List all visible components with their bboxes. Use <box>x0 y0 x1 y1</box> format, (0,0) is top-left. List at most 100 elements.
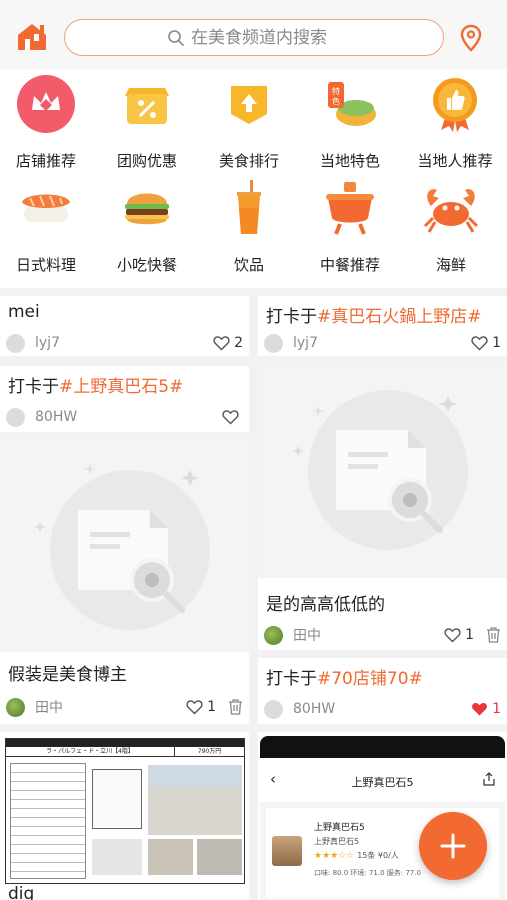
post-title: dig <box>8 884 35 900</box>
category-label: 美食排行 <box>218 152 279 170</box>
listing-name: ラ・パルフェ・ド・立川【4階】 <box>46 748 134 755</box>
post-card[interactable]: 打卡于#真巴石火鍋上野店# lyj7 1 <box>258 296 507 356</box>
category-grid: 店铺推荐 团购优惠 美食排行 特 色 当地特色 当地人推荐 日式料理 小吃快餐 … <box>0 70 507 288</box>
heart-outline-icon <box>222 410 239 425</box>
like-count: 2 <box>234 335 243 351</box>
category-group-deals[interactable]: 团购优惠 <box>97 74 197 174</box>
like-button[interactable]: 1 <box>186 699 216 715</box>
listing-title-row: ラ・パルフェ・ド・立川【4階】 790万円 <box>6 747 244 757</box>
category-label: 饮品 <box>233 256 264 274</box>
post-image: ラ・パルフェ・ド・立川【4階】 790万円 <box>5 738 245 884</box>
category-seafood[interactable]: 海鲜 <box>401 178 501 278</box>
username: 80HW <box>293 701 336 717</box>
post-tag[interactable]: #70店铺70# <box>317 669 423 689</box>
avatar <box>264 699 283 719</box>
avatar <box>264 333 283 353</box>
image-placeholder-icon <box>34 464 210 630</box>
post-tag[interactable]: #真巴石火鍋上野店# <box>317 307 482 327</box>
category-japanese[interactable]: 日式料理 <box>0 178 96 278</box>
spec-table <box>10 763 86 879</box>
like-button[interactable] <box>222 409 243 425</box>
shop-thumbnail <box>272 836 302 866</box>
post-tag[interactable]: #上野真巴石5# <box>59 377 183 397</box>
category-local-recommend[interactable]: 当地人推荐 <box>405 74 505 174</box>
search-bar[interactable] <box>64 19 444 56</box>
heart-outline-icon <box>444 628 461 643</box>
post-title: 打卡于#70店铺70# <box>266 669 423 689</box>
post-title: 打卡于#真巴石火鍋上野店# <box>266 307 482 327</box>
sushi-icon <box>22 194 70 222</box>
category-label: 海鲜 <box>435 256 466 274</box>
category-local-specialty[interactable]: 特 色 当地特色 <box>300 74 400 174</box>
username: lyj7 <box>35 335 60 351</box>
like-button[interactable]: 1 <box>471 701 501 717</box>
share-icon <box>483 772 495 786</box>
username: lyj7 <box>293 335 318 351</box>
post-card[interactable]: ラ・パルフェ・ド・立川【4階】 790万円 dig <box>0 732 249 900</box>
listing-header-bar <box>6 739 244 747</box>
burger-icon <box>125 193 169 225</box>
post-meta: 80HW 1 <box>264 698 501 720</box>
thumbs-up-medal-icon <box>433 78 477 132</box>
like-count: 1 <box>492 701 501 717</box>
search-input[interactable] <box>191 27 341 48</box>
crown-icon <box>17 75 75 133</box>
like-button[interactable]: 2 <box>213 335 243 351</box>
shop-name: 上野真巴石5 <box>314 823 365 833</box>
post-title: 打卡于#上野真巴石5# <box>8 377 184 397</box>
category-food-ranking[interactable]: 美食排行 <box>199 74 299 174</box>
rating-text: 15条 ¥0/人 <box>357 851 399 860</box>
like-button[interactable]: 1 <box>471 335 501 351</box>
category-label: 团购优惠 <box>116 152 177 170</box>
post-card[interactable]: 打卡于#70店铺70# 80HW 1 <box>258 658 507 724</box>
room-photo <box>148 839 193 875</box>
category-drinks[interactable]: 饮品 <box>199 178 299 278</box>
screen-nav-bar: ‹ 上野真巴石5 <box>260 758 505 802</box>
like-button[interactable]: 1 <box>444 627 474 643</box>
avatar <box>264 625 283 645</box>
map-thumbnail <box>92 839 142 875</box>
add-post-button[interactable] <box>419 812 487 880</box>
trash-icon[interactable] <box>228 699 243 715</box>
drink-icon <box>237 180 261 234</box>
category-label: 当地人推荐 <box>417 152 493 170</box>
shop-subname: 上野真巴石5 <box>314 837 360 846</box>
category-label: 中餐推荐 <box>319 256 380 274</box>
avatar <box>6 407 25 427</box>
category-label: 日式料理 <box>15 256 76 274</box>
image-placeholder-icon <box>292 390 468 550</box>
coupon-box-icon <box>125 88 169 124</box>
post-meta: lyj7 1 <box>264 332 501 354</box>
location-pin-icon[interactable] <box>459 24 483 52</box>
post-meta: 田中 1 <box>264 624 501 646</box>
post-card[interactable]: 打卡于#上野真巴石5# 80HW <box>0 366 249 432</box>
heart-outline-icon <box>186 700 203 715</box>
like-count: 1 <box>492 335 501 351</box>
like-count: 1 <box>465 627 474 643</box>
ranking-icon <box>231 86 267 124</box>
post-card[interactable]: mei lyj7 2 <box>0 296 249 356</box>
hotpot-icon <box>326 182 374 235</box>
phone-status-bar <box>260 736 505 758</box>
post-card[interactable]: 假装是美食博主 田中 1 <box>0 440 249 724</box>
score-row: 口味: 80.0 环境: 71.0 服务: 77.0 <box>314 869 421 877</box>
category-label: 当地特色 <box>319 152 380 170</box>
screen-title: 上野真巴石5 <box>351 776 414 789</box>
trash-icon[interactable] <box>486 627 501 643</box>
username: 田中 <box>293 628 321 644</box>
home-icon[interactable] <box>16 22 48 52</box>
svg-text:色: 色 <box>332 96 340 106</box>
post-card[interactable]: 是的高高低低的 田中 1 <box>258 366 507 650</box>
heart-outline-icon <box>471 336 488 351</box>
image-placeholder <box>0 440 249 652</box>
username: 田中 <box>35 700 63 716</box>
post-title: 是的高高低低的 <box>266 595 385 615</box>
post-title: 假装是美食博主 <box>8 665 127 685</box>
post-title: mei <box>8 302 40 322</box>
category-shop-recommend[interactable]: 店铺推荐 <box>0 74 96 174</box>
username: 80HW <box>35 409 78 425</box>
top-bar <box>0 0 507 70</box>
category-snacks[interactable]: 小吃快餐 <box>97 178 197 278</box>
listing-price: 790万円 <box>174 747 244 756</box>
category-chinese[interactable]: 中餐推荐 <box>300 178 400 278</box>
